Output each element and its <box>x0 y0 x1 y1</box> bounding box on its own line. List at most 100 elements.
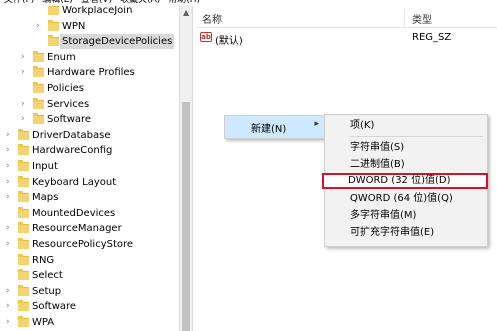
tree-item-label: Select <box>32 270 63 282</box>
tree-item-label: RNG <box>32 254 55 266</box>
tree-item[interactable]: › Setup <box>0 284 179 299</box>
expand-chevron-icon[interactable]: › <box>21 50 25 65</box>
tree-item[interactable]: › Software <box>0 299 179 314</box>
tree-item-label: StorageDevicePolicies <box>60 34 175 50</box>
tree-item[interactable]: › Software <box>0 112 179 127</box>
folder-icon <box>18 144 29 156</box>
expand-chevron-icon[interactable]: › <box>6 128 10 143</box>
folder-icon <box>18 128 29 140</box>
submenu-item-label: 项(K) <box>350 120 375 131</box>
submenu-item-label: DWORD (32 位)值(D) <box>348 175 451 186</box>
tree-item-label: Setup <box>32 285 62 297</box>
context-menu-new-item[interactable]: 新建(N) ▸ <box>224 115 326 139</box>
folder-icon <box>18 206 29 218</box>
folder-icon <box>18 253 29 265</box>
folder-icon <box>18 300 29 312</box>
tree-item-label: Services <box>47 98 90 110</box>
submenu-item[interactable]: 二进制值(B) <box>326 157 486 173</box>
tree-item[interactable]: › WPN <box>0 19 179 34</box>
new-menu-label: 新建(N) <box>251 124 287 135</box>
expand-chevron-icon[interactable]: › <box>21 65 25 80</box>
folder-icon <box>18 238 29 249</box>
folder-icon <box>18 191 29 203</box>
tree-item[interactable]: › Maps <box>0 190 179 205</box>
submenu-item[interactable]: 字符串值(S) <box>326 140 486 156</box>
folder-icon <box>18 175 29 187</box>
tree-item-label: ResourcePolicyStore <box>32 239 134 250</box>
tree-item-label: Input <box>32 161 58 172</box>
tree-item-label: Software <box>47 114 92 126</box>
folder-icon <box>33 66 44 78</box>
tree-item[interactable]: › WPA <box>0 315 179 330</box>
expand-chevron-icon[interactable]: › <box>6 175 10 190</box>
expand-chevron-icon[interactable]: › <box>36 19 40 34</box>
folder-icon <box>33 97 44 109</box>
folder-icon <box>18 269 29 281</box>
tree-item-label: Software <box>32 301 77 313</box>
tree-item-label: Enum <box>47 51 76 63</box>
expand-chevron-icon[interactable]: › <box>6 221 10 236</box>
column-name-header[interactable]: 名称 <box>202 11 222 26</box>
tree-item[interactable]: StorageDevicePolicies <box>0 34 179 50</box>
expand-chevron-icon[interactable]: › <box>21 112 25 127</box>
expand-chevron-icon[interactable]: › <box>6 284 10 299</box>
column-header: 名称 类型 <box>196 9 497 28</box>
tree-item[interactable]: RNG <box>0 253 179 268</box>
tree-item-label: HardwareConfig <box>32 145 113 157</box>
expand-chevron-icon[interactable]: › <box>6 159 10 174</box>
tree-item[interactable]: Select <box>0 268 179 283</box>
tree-item[interactable]: › HardwareConfig <box>0 143 179 158</box>
tree-item-label: Policies <box>47 83 84 94</box>
tree-item-label: WorkplaceJoin <box>62 6 133 16</box>
submenu-arrow-icon: ▸ <box>314 119 319 129</box>
menu-separator <box>349 136 483 137</box>
folder-icon <box>18 284 29 296</box>
tree-vertical-scrollbar[interactable]: ▲ <box>179 6 193 331</box>
folder-icon <box>18 222 29 234</box>
folder-icon <box>33 50 44 62</box>
tree-item[interactable]: › Keyboard Layout <box>0 175 179 190</box>
tree-item[interactable]: › Input <box>0 159 179 174</box>
registry-tree: WorkplaceJoin › WPN StorageDevicePolicies › E… <box>0 6 179 331</box>
column-type-header[interactable]: 类型 <box>412 11 432 26</box>
tree-item[interactable]: › ResourceManager <box>0 221 179 236</box>
submenu-item-label: 二进制值(B) <box>350 159 405 170</box>
submenu-item-label: 多字符串值(M) <box>350 210 417 221</box>
folder-icon <box>48 35 59 47</box>
value-row-default[interactable]: ab (默认) REG_SZ <box>196 30 497 47</box>
new-submenu: 项(K) 字符串值(S) 二进制值(B) DWORD (32 位)值(D) QWORD … <box>322 114 488 247</box>
submenu-item[interactable]: QWORD (64 位)值(Q) <box>326 191 486 207</box>
folder-icon <box>33 113 44 125</box>
submenu-item[interactable]: 项(K) <box>326 118 486 134</box>
value-name: (默认) <box>215 36 243 47</box>
tree-item-label: WPA <box>32 317 55 328</box>
tree-item[interactable]: › Enum <box>0 50 179 65</box>
folder-icon <box>18 316 29 327</box>
tree-item-label: MountedDevices <box>32 207 116 219</box>
scroll-up-arrow-icon[interactable]: ▲ <box>183 8 189 17</box>
submenu-item[interactable]: 多字符串值(M) <box>326 208 486 224</box>
tree-item-label: WPN <box>62 20 86 32</box>
value-type: REG_SZ <box>412 32 452 43</box>
tree-item[interactable]: › DriverDatabase <box>0 128 179 143</box>
folder-icon <box>48 6 59 15</box>
expand-chevron-icon[interactable]: › <box>6 315 10 330</box>
tree-item[interactable]: WorkplaceJoin <box>0 6 179 18</box>
submenu-item[interactable]: 可扩充字符串值(E) <box>326 225 486 241</box>
expand-chevron-icon[interactable]: › <box>6 143 10 158</box>
scrollbar-thumb[interactable] <box>182 102 190 331</box>
tree-item[interactable]: › ResourcePolicyStore <box>0 237 179 252</box>
tree-item-label: ResourceManager <box>32 223 122 235</box>
tree-item[interactable]: Policies <box>0 81 179 96</box>
expand-chevron-icon[interactable]: › <box>6 299 10 314</box>
submenu-item[interactable]: DWORD (32 位)值(D) <box>322 173 488 189</box>
tree-item[interactable]: › Services <box>0 97 179 112</box>
tree-item-label: Keyboard Layout <box>32 176 117 188</box>
expand-chevron-icon[interactable]: › <box>6 190 10 205</box>
tree-item[interactable]: › Hardware Profiles <box>0 65 179 80</box>
expand-chevron-icon[interactable]: › <box>6 237 10 252</box>
column-divider[interactable] <box>404 9 405 27</box>
tree-item-label: Hardware Profiles <box>47 67 135 79</box>
expand-chevron-icon[interactable]: › <box>21 97 25 112</box>
tree-item[interactable]: MountedDevices <box>0 206 179 221</box>
